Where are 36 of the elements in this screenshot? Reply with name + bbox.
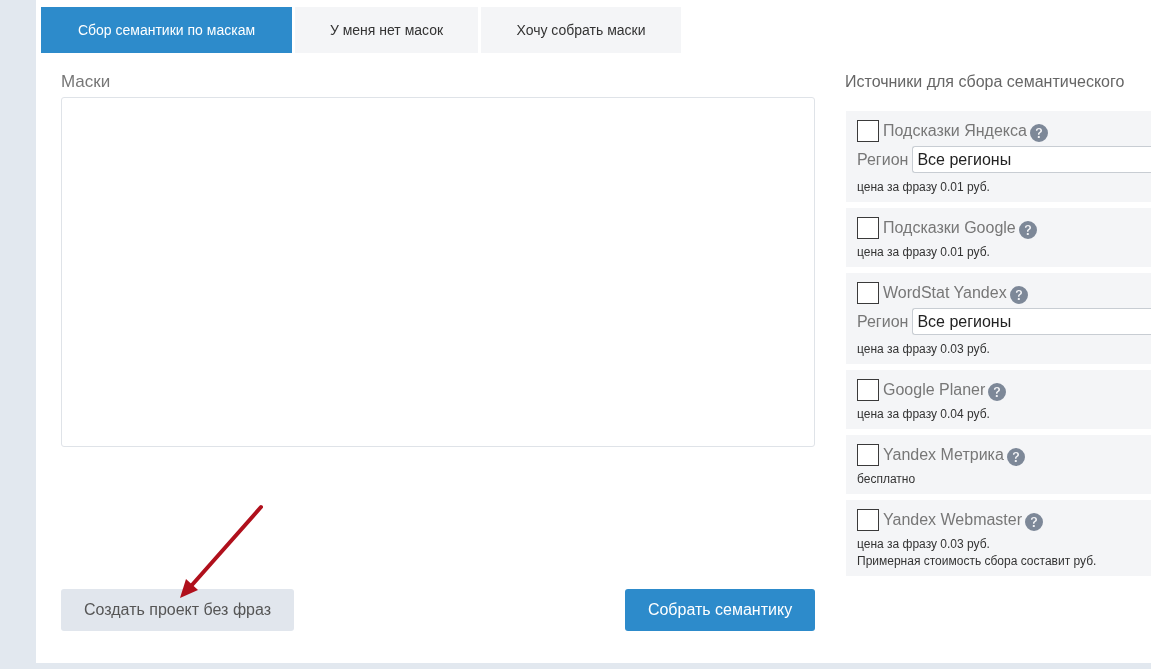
region-label: Регион	[857, 311, 909, 332]
price-note: бесплатно	[857, 471, 917, 487]
region-select[interactable]: Все регионы	[912, 146, 1151, 173]
help-icon[interactable]	[1025, 513, 1044, 531]
checkbox[interactable]	[857, 379, 879, 401]
region-select[interactable]: Все регионы	[912, 308, 1151, 335]
help-icon[interactable]	[1006, 448, 1025, 466]
source-label: Подсказки Яндекса	[883, 121, 1027, 141]
checkbox[interactable]	[857, 217, 879, 239]
price-note: цена за фразу 0.01 руб.	[857, 179, 991, 195]
price-note: цена за фразу 0.01 руб.	[857, 244, 991, 260]
sources-heading: Источники для сбора семантического	[845, 72, 1126, 92]
help-icon[interactable]	[988, 383, 1007, 401]
price-note: Примерная стоимость сбора составит руб.	[857, 553, 1098, 569]
help-icon[interactable]	[1018, 221, 1037, 239]
source-label: Google Planer	[883, 380, 986, 400]
source-label: WordStat Yandex	[883, 283, 1007, 303]
help-icon[interactable]	[1029, 124, 1048, 142]
masks-label: Маски	[61, 71, 112, 93]
help-icon[interactable]	[1009, 286, 1028, 304]
collect-button[interactable]: Собрать семантику	[625, 589, 815, 631]
checkbox[interactable]	[857, 120, 879, 142]
source-label: Подсказки Google	[883, 218, 1016, 238]
checkbox[interactable]	[857, 509, 879, 531]
region-label: Регион	[857, 149, 909, 170]
tab[interactable]: Сбор семантики по маскам	[41, 7, 292, 53]
price-note: цена за фразу 0.03 руб.	[857, 536, 991, 552]
checkbox[interactable]	[857, 444, 879, 466]
tab[interactable]: У меня нет масок	[295, 7, 478, 53]
price-note: цена за фразу 0.04 руб.	[857, 406, 991, 422]
price-note: цена за фразу 0.03 руб.	[857, 341, 991, 357]
tab[interactable]: Хочу собрать маски	[481, 7, 681, 53]
checkbox[interactable]	[857, 282, 879, 304]
source-label: Yandex Метрика	[883, 445, 1004, 465]
source-label: Yandex Webmaster	[883, 510, 1023, 530]
create-project-button[interactable]: Создать проект без фраз	[61, 589, 294, 631]
